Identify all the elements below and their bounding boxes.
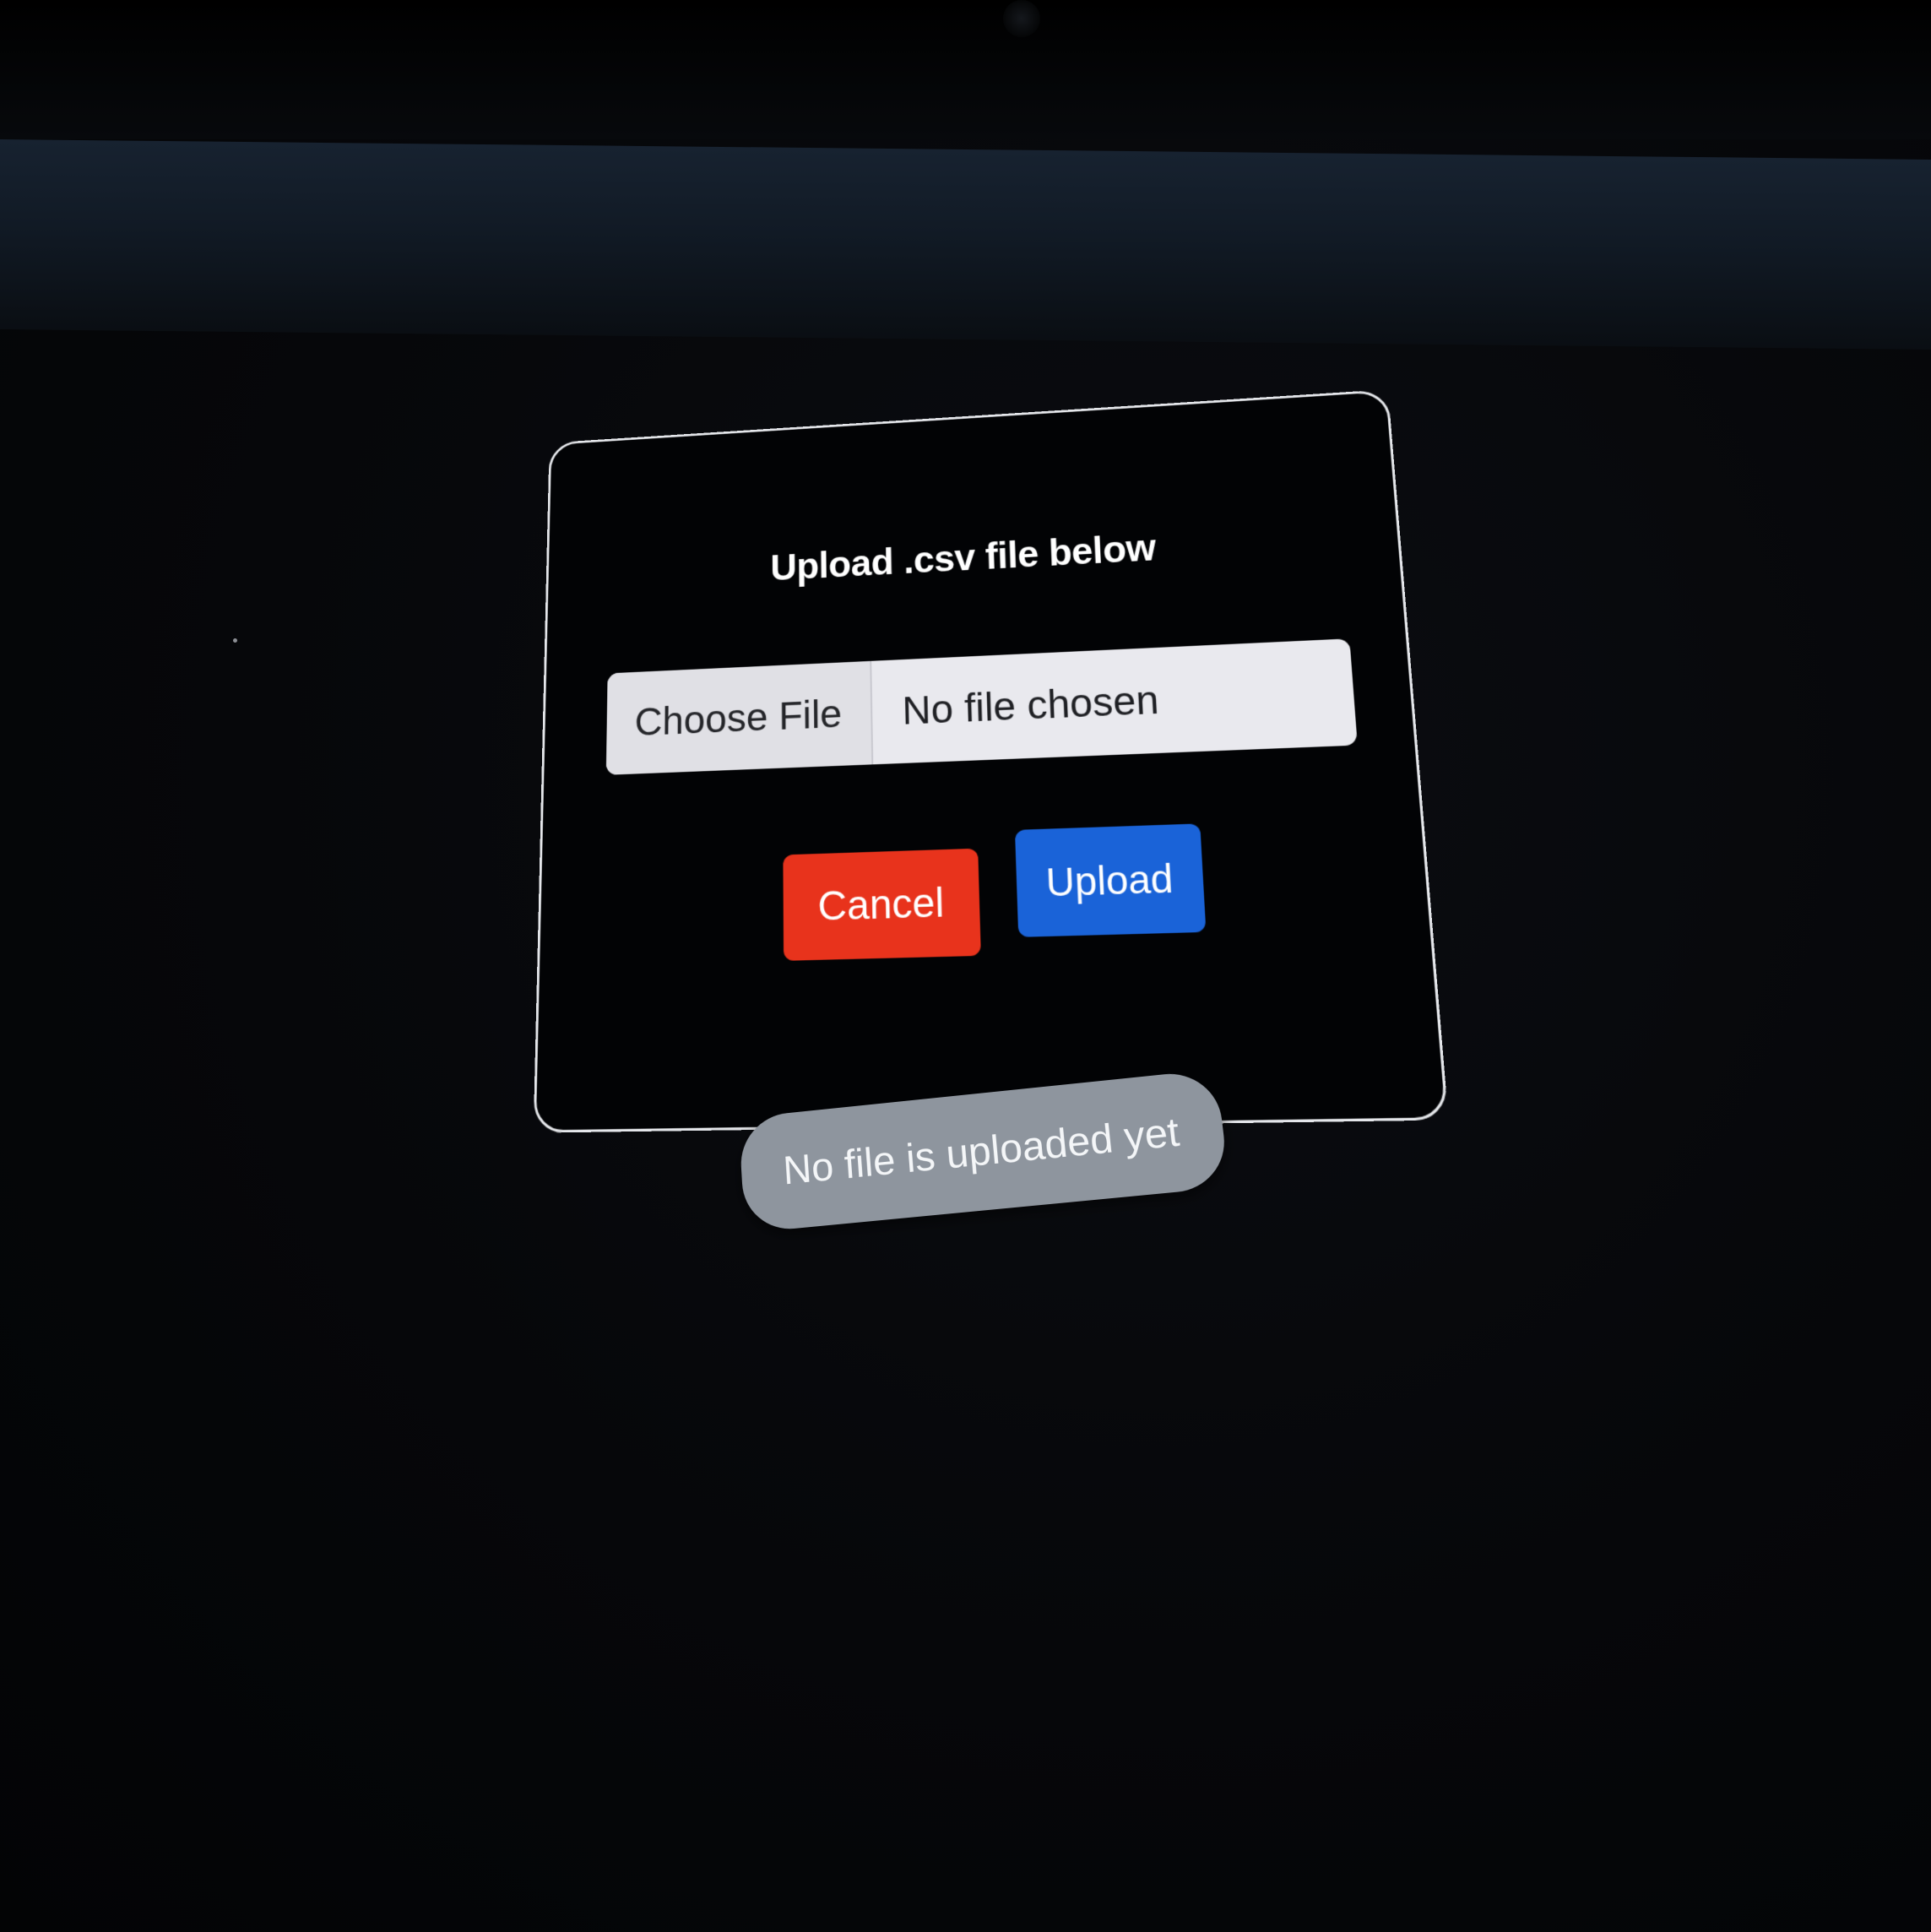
file-status-text: No file chosen: [901, 677, 1160, 734]
app-header-bar: [0, 139, 1931, 350]
upload-dialog: Upload .csv file below Choose File No fi…: [533, 389, 1449, 1133]
monitor-bezel: [0, 0, 1931, 139]
dialog-title: Upload .csv file below: [770, 526, 1157, 589]
cancel-button[interactable]: Cancel: [783, 848, 981, 961]
choose-file-button[interactable]: Choose File: [605, 660, 874, 775]
upload-button[interactable]: Upload: [1014, 823, 1207, 937]
screen-dust: [233, 638, 237, 643]
webcam-icon: [1003, 0, 1040, 37]
file-input[interactable]: Choose File No file chosen: [605, 638, 1358, 775]
screen: Upload .csv file below Choose File No fi…: [0, 0, 1931, 1932]
